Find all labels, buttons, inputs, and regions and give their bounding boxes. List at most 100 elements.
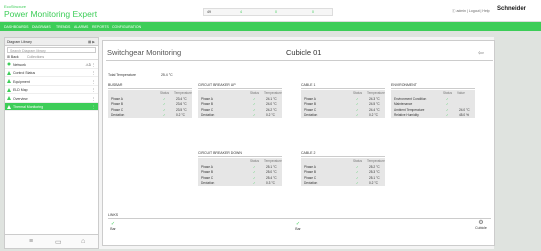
collections-link[interactable]: Collections bbox=[27, 55, 44, 59]
network-icon bbox=[7, 62, 11, 66]
panel-table: Status Temperature Phase A ✓ 24.3 °C Phase B ✓… bbox=[301, 90, 385, 118]
status-header: Status bbox=[250, 159, 260, 163]
table-row: Deviation ✓ 0.2 °C bbox=[301, 180, 385, 186]
total-temp-value: 25.4 °C bbox=[160, 73, 173, 77]
alarm-count-1[interactable]: 4 bbox=[240, 10, 242, 14]
row-label: Deviation bbox=[304, 113, 318, 117]
alarm-count-3[interactable]: 0 bbox=[312, 10, 314, 14]
row-label: Deviation bbox=[201, 181, 215, 185]
nav-alarms[interactable]: ALARMS bbox=[74, 25, 88, 29]
status-check-icon: ✓ bbox=[253, 107, 256, 112]
row-value: 25.3 °C bbox=[369, 170, 380, 174]
panel-environment: ENVIRONMENT Status Value Environment Condit… bbox=[391, 83, 475, 118]
panel-toggle-icon[interactable]: ▦ ▶ bbox=[88, 40, 95, 44]
footer-home-icon[interactable]: ≡ bbox=[29, 238, 33, 245]
link-cubicle[interactable]: ⚙ Cubicle bbox=[473, 219, 489, 230]
panel-table: Status Temperature Phase A ✓ 25.2 °C Phase B ✓… bbox=[301, 158, 385, 186]
diagram-library-panel: Diagram Library ▦ ▶ Search Diagram libra… bbox=[4, 37, 99, 249]
table-row: Deviation ✓ 0.2 °C bbox=[198, 112, 282, 118]
nav-diagrams[interactable]: DIAGRAMS bbox=[32, 25, 51, 29]
sidebar-item-label: Overview bbox=[13, 96, 28, 101]
link-bar-1[interactable]: ✓ Bar bbox=[108, 221, 118, 231]
nav-dashboards[interactable]: DASHBOARDS bbox=[4, 25, 29, 29]
link-label: Cubicle bbox=[475, 226, 487, 230]
status-check-icon: ✓ bbox=[356, 102, 359, 106]
page-title: Switchgear Monitoring bbox=[107, 48, 182, 57]
row-label: Deviation bbox=[201, 113, 215, 117]
library-header: Diagram Library ▦ ▶ bbox=[5, 38, 98, 46]
panel-title: CIRCUIT BREAKER DOWN bbox=[198, 151, 282, 157]
diagram-viewer: Switchgear Monitoring Cubicle 01 ⇦ Total… bbox=[99, 37, 495, 249]
panel-table: Status Value Environment Condition ✓ Mainten… bbox=[391, 90, 475, 118]
panel-table: Status Temperature Phase A ✓ 23.4 °C Phase B ✓… bbox=[108, 90, 192, 118]
library-search-input[interactable]: Search Diagram library bbox=[7, 47, 96, 53]
sidebar-item-menu[interactable]: ⋮ bbox=[92, 97, 96, 101]
back-button[interactable]: ⊞ Back bbox=[7, 55, 19, 59]
sidebar-item-label: Thermal Monitoring bbox=[13, 105, 44, 109]
table-row: Relative Humidity ✓ 45.0 % bbox=[391, 112, 475, 118]
sidebar-item-menu[interactable]: ⋮ bbox=[92, 80, 96, 84]
row-label: Ambient Temperature bbox=[394, 107, 425, 112]
link-bar-2[interactable]: ✓ Bar bbox=[293, 221, 303, 231]
status-check-icon: ✓ bbox=[253, 164, 256, 169]
sidebar-item-thermal-monitoring[interactable]: Thermal Monitoring ⋮ bbox=[5, 102, 98, 111]
status-check-icon: ✓ bbox=[356, 96, 359, 101]
sidebar-item-eld-map[interactable]: ELD Map ⋮ bbox=[5, 86, 98, 94]
nav-reports[interactable]: REPORTS bbox=[92, 25, 109, 29]
panel-title: CABLE 2 bbox=[301, 151, 385, 157]
row-label: Deviation bbox=[111, 113, 125, 117]
alarm-count-0[interactable]: 49 bbox=[207, 10, 211, 14]
row-value: 25.2 °C bbox=[369, 164, 380, 169]
app-header: EcoStruxure Power Monitoring Expert 49 4… bbox=[0, 0, 541, 22]
panel-cable-2: CABLE 2 Status Temperature Phase A ✓ 25.2 °C P… bbox=[301, 151, 385, 186]
panel-busbar: BUSBAR Status Temperature Phase A ✓ 23.4 °C Ph… bbox=[108, 83, 192, 118]
status-check-icon: ✓ bbox=[446, 113, 449, 117]
panel-title: CIRCUIT BREAKER UP bbox=[198, 83, 282, 89]
row-label: Maintenance bbox=[394, 102, 413, 106]
diagram-icon bbox=[7, 104, 11, 109]
status-check-icon: ✓ bbox=[253, 175, 256, 180]
status-check-icon: ✓ bbox=[356, 181, 359, 185]
nav-trends[interactable]: TRENDS bbox=[56, 25, 70, 29]
status-check-icon: ✓ bbox=[253, 102, 256, 106]
row-label: Deviation bbox=[304, 181, 318, 185]
sidebar-item-network[interactable]: Network ⚠3 ⋮ bbox=[5, 60, 98, 69]
row-label: Phase C bbox=[201, 107, 214, 112]
link-label: Bar bbox=[110, 227, 116, 231]
diagram-icon bbox=[7, 70, 11, 75]
divider bbox=[106, 60, 493, 61]
diagram-icon bbox=[7, 79, 11, 83]
panel-title: ENVIRONMENT bbox=[391, 83, 475, 89]
user-menu[interactable]: Ⓘ admin | Logout | Help bbox=[452, 9, 490, 14]
panel-table: Status Temperature Phase A ✓ 25.1 °C Phase B ✓… bbox=[198, 158, 282, 186]
row-value: 0.2 °C bbox=[369, 113, 378, 117]
row-value: 24.0 °C bbox=[459, 107, 470, 112]
row-label: Phase A bbox=[304, 164, 316, 169]
value-header: Temperature bbox=[264, 159, 282, 163]
panel-cable-1: CABLE 1 Status Temperature Phase A ✓ 24.3 °C P… bbox=[301, 83, 385, 118]
status-check-icon: ✓ bbox=[356, 113, 359, 117]
alarm-summary[interactable]: 49 4 0 0 bbox=[203, 8, 333, 16]
main-nav: DASHBOARDS DIAGRAMS TRENDS ALARMS REPORT… bbox=[0, 22, 541, 31]
row-label: Relative Humidity bbox=[394, 113, 419, 117]
sidebar-item-equipment[interactable]: Equipment ⋮ bbox=[5, 77, 98, 86]
back-arrow-icon[interactable]: ⇦ bbox=[478, 49, 484, 57]
sidebar-item-control-status[interactable]: Control Status ⋮ bbox=[5, 69, 98, 77]
value-header: Temperature bbox=[174, 91, 192, 95]
nav-configuration[interactable]: CONFIGURATION bbox=[112, 25, 141, 29]
footer-house-icon[interactable]: ⌂ bbox=[81, 238, 85, 245]
status-check-icon: ✓ bbox=[356, 107, 359, 112]
footer-list-icon[interactable]: ▭ bbox=[55, 238, 62, 246]
row-label: Phase C bbox=[201, 175, 214, 180]
sidebar-item-menu[interactable]: ⋮ bbox=[92, 88, 96, 92]
sidebar-item-menu[interactable]: ⋮ bbox=[92, 105, 96, 109]
alarm-count-2[interactable]: 0 bbox=[275, 10, 277, 14]
sidebar-item-menu[interactable]: ⋮ bbox=[92, 71, 96, 75]
panel-circuit-breaker-down: CIRCUIT BREAKER DOWN Status Temperature Pha… bbox=[198, 151, 282, 186]
total-temperature: Total Temperature 25.4 °C bbox=[108, 73, 173, 77]
value-header: Temperature bbox=[367, 91, 385, 95]
sidebar-item-overview[interactable]: Overview ⋮ bbox=[5, 94, 98, 103]
row-value: 23.6 °C bbox=[176, 102, 187, 106]
schneider-logo: Schneider bbox=[497, 6, 527, 12]
diagram-icon bbox=[7, 87, 11, 92]
